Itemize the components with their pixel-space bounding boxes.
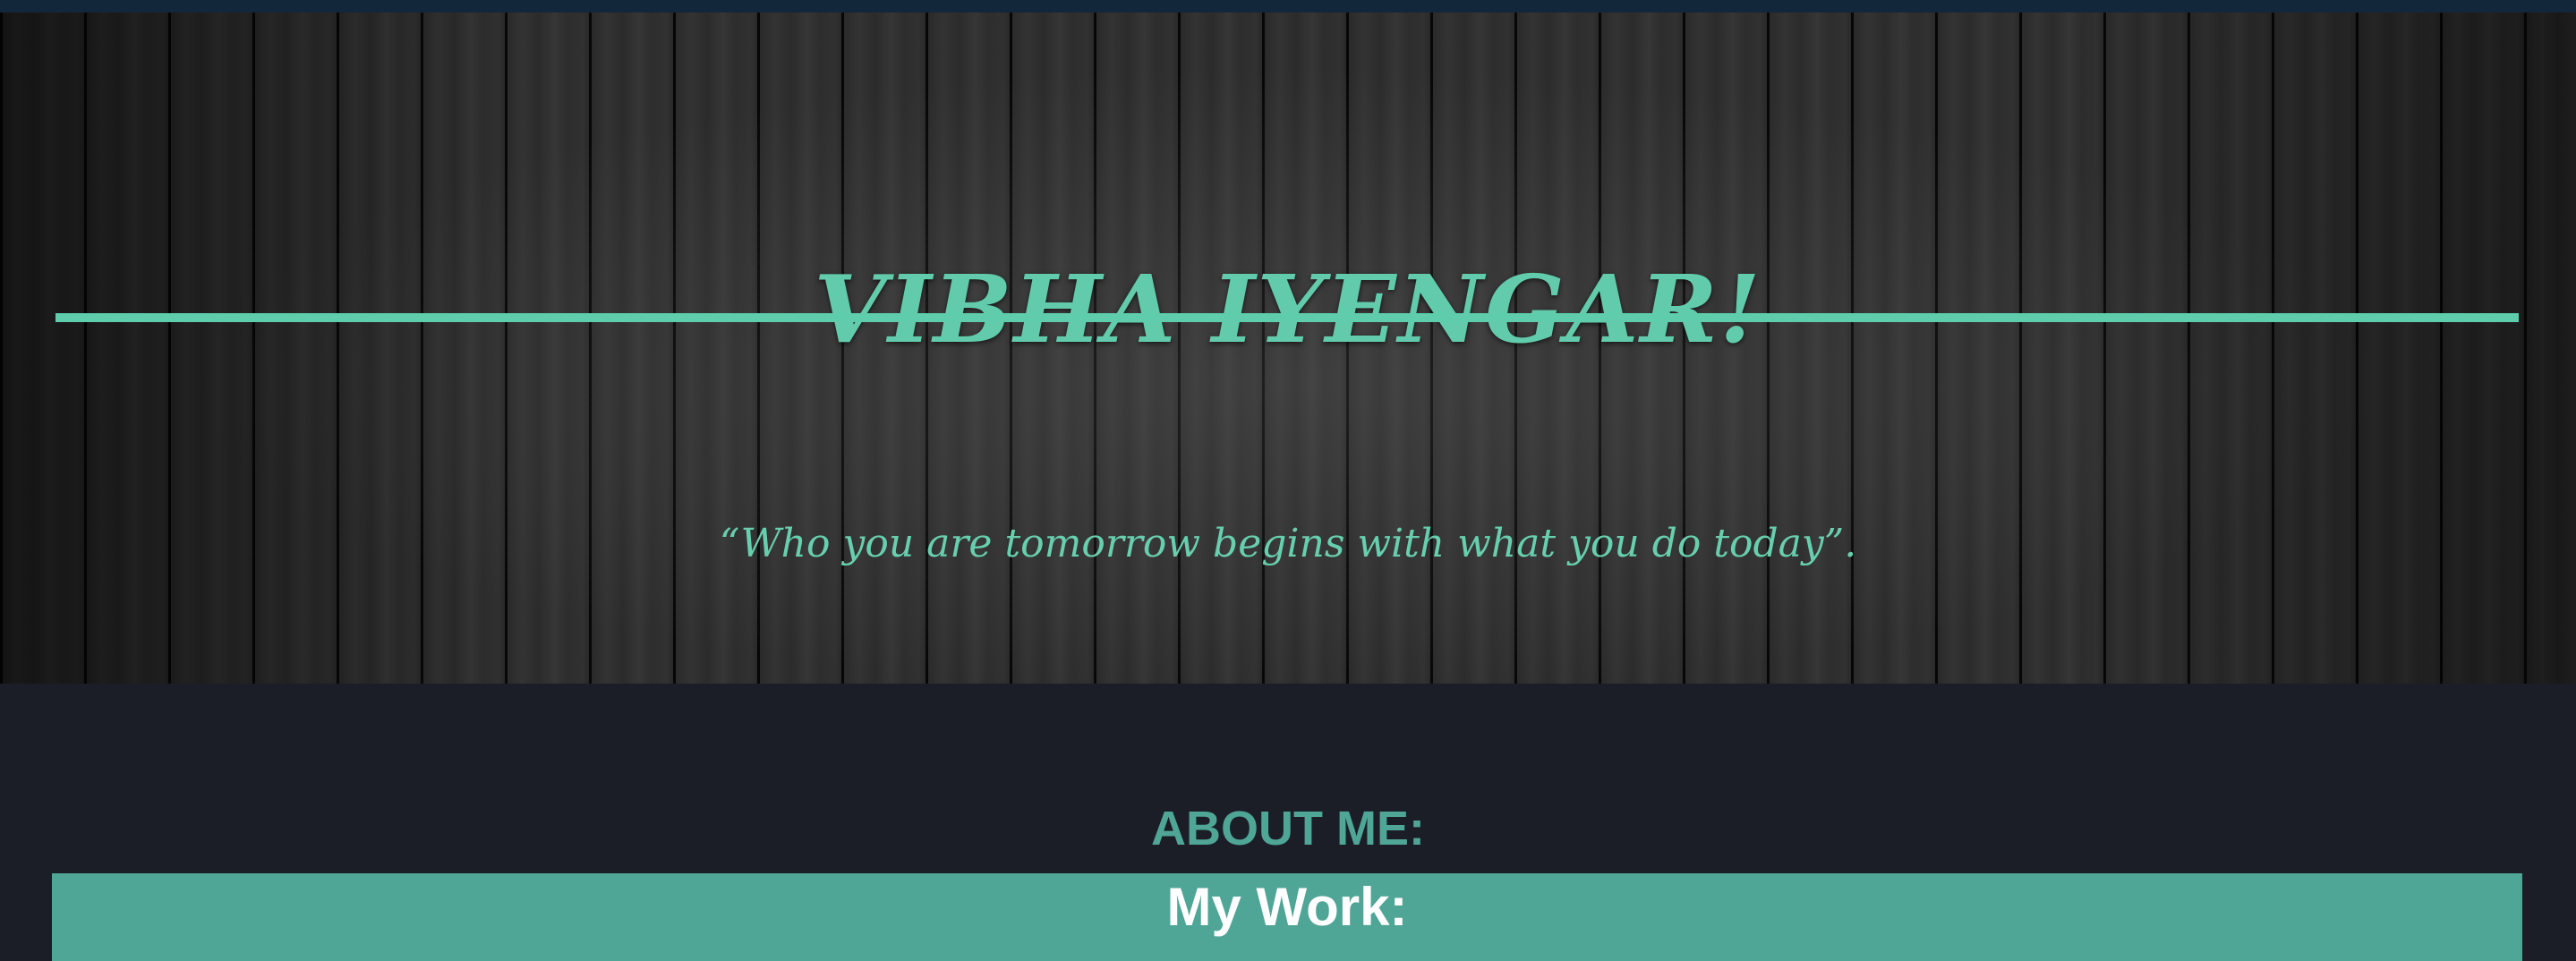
about-me-heading: ABOUT ME: (1151, 802, 1425, 855)
my-work-heading: My Work: (1166, 877, 1408, 937)
title-divider (55, 313, 2519, 322)
top-nav-strip (0, 0, 2576, 13)
hero-quote: “Who you are tomorrow begins with what y… (719, 521, 1857, 566)
hero-banner: VIBHA IYENGAR! “Who you are tomorrow beg… (0, 13, 2576, 684)
site-title: VIBHA IYENGAR! (814, 253, 1762, 364)
my-work-section: My Work: (52, 873, 2522, 961)
